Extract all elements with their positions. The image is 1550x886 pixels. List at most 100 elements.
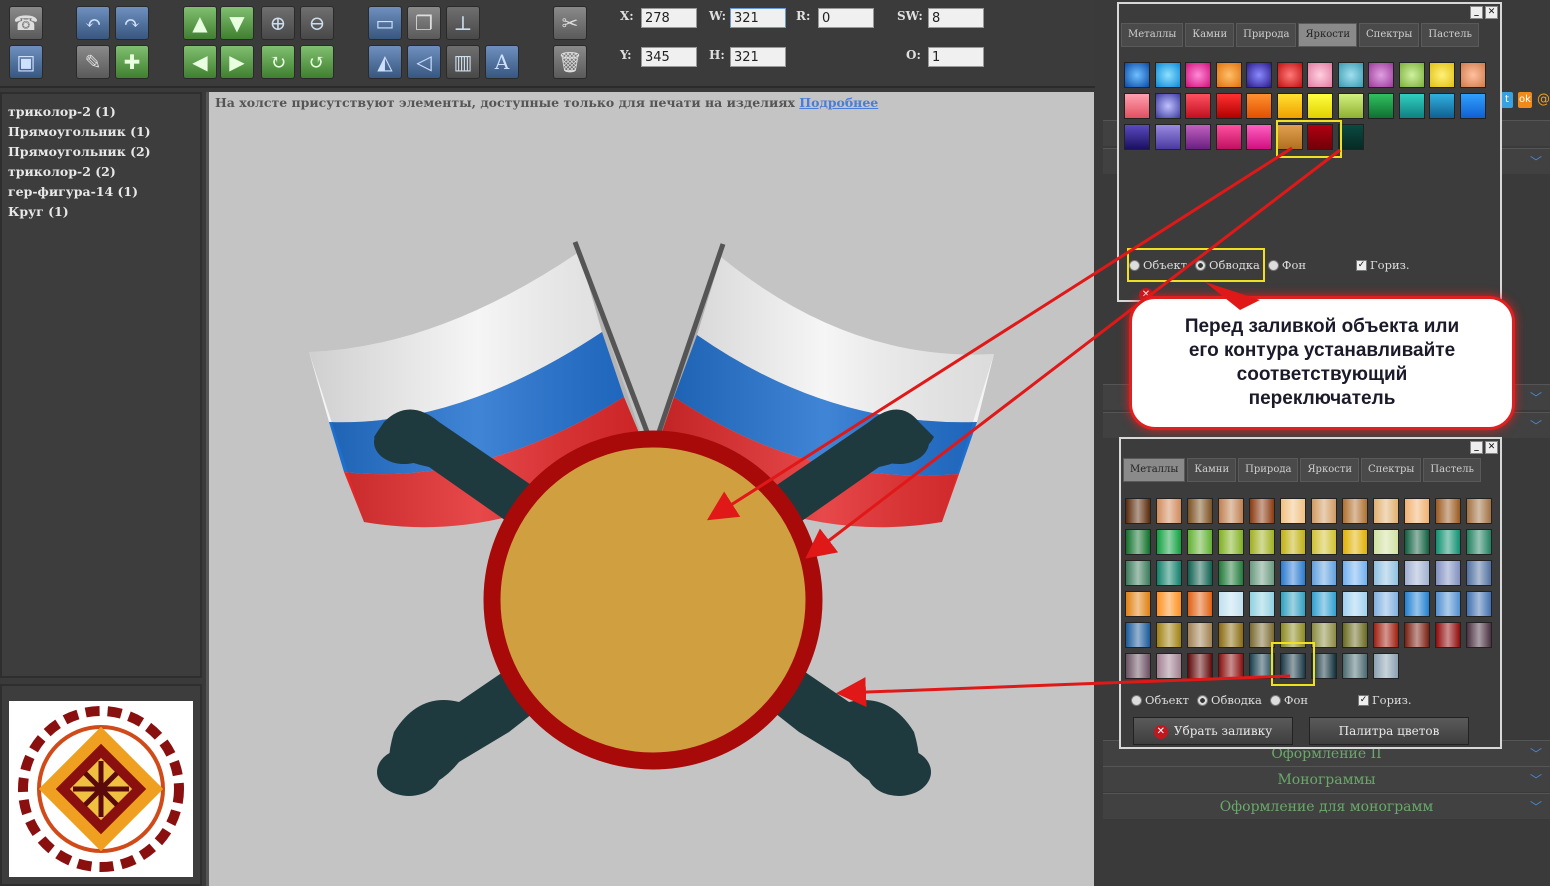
color-swatch[interactable]	[1154, 124, 1181, 150]
color-swatch[interactable]	[1373, 622, 1399, 648]
horizontal-checkbox[interactable]: ✓	[1356, 259, 1368, 271]
radio-stroke[interactable]	[1197, 694, 1209, 706]
color-swatch[interactable]	[1280, 498, 1306, 524]
accordion-monograms[interactable]: Монограммы ﹀	[1103, 766, 1550, 792]
color-swatch[interactable]	[1185, 124, 1211, 150]
color-swatch[interactable]	[1185, 93, 1211, 119]
text-effect-icon[interactable]: A	[485, 45, 519, 79]
color-swatch[interactable]	[1311, 560, 1337, 586]
color-swatch[interactable]	[1187, 622, 1213, 648]
color-swatch[interactable]	[1187, 498, 1213, 524]
rotate-ccw-icon[interactable]: ↺	[300, 45, 334, 79]
bring-front-icon[interactable]: ❐	[407, 6, 441, 40]
save-icon[interactable]: ▣	[9, 45, 43, 79]
w-input[interactable]	[730, 8, 786, 28]
zoom-in-icon[interactable]: ⊕	[261, 6, 295, 40]
arrow-right-icon[interactable]: ▶	[220, 45, 254, 79]
color-swatch[interactable]	[1280, 560, 1306, 586]
color-swatch[interactable]	[1156, 529, 1182, 555]
color-swatch[interactable]	[1342, 560, 1368, 586]
align-icon[interactable]: ⊥	[446, 6, 480, 40]
add-image-icon[interactable]: ✚	[115, 45, 149, 79]
rotate-cw-icon[interactable]: ↻	[261, 45, 295, 79]
color-swatch[interactable]	[1156, 498, 1182, 524]
color-swatch[interactable]	[1404, 560, 1430, 586]
color-swatch[interactable]	[1249, 591, 1275, 617]
color-swatch[interactable]	[1215, 124, 1242, 150]
color-swatch[interactable]	[1156, 653, 1182, 679]
horizontal-checkbox[interactable]: ✓	[1358, 694, 1370, 706]
color-swatch[interactable]	[1429, 93, 1455, 119]
radio-bg[interactable]	[1267, 259, 1279, 271]
color-swatch[interactable]	[1218, 622, 1244, 648]
color-swatch[interactable]	[1459, 93, 1486, 119]
x-input[interactable]	[641, 8, 697, 28]
r-input[interactable]	[818, 8, 874, 28]
color-swatch[interactable]	[1373, 498, 1399, 524]
tools-icon[interactable]: ✂	[553, 6, 587, 40]
color-swatch[interactable]	[1156, 591, 1182, 617]
main-circle[interactable]	[483, 430, 823, 770]
tab-pastel[interactable]: Пастель	[1423, 458, 1481, 482]
color-swatch[interactable]	[1342, 529, 1368, 555]
color-swatch[interactable]	[1124, 124, 1150, 150]
tab-stones[interactable]: Камни	[1185, 23, 1235, 47]
color-swatch[interactable]	[1466, 529, 1492, 555]
color-swatch[interactable]	[1249, 529, 1275, 555]
radio-object[interactable]	[1129, 259, 1140, 271]
tab-metals[interactable]: Металлы	[1121, 23, 1184, 47]
color-swatch[interactable]	[1368, 62, 1394, 88]
tab-nature[interactable]: Природа	[1238, 458, 1299, 482]
tab-brightness[interactable]: Яркости	[1298, 23, 1358, 47]
twitter-icon[interactable]: t	[1501, 92, 1513, 108]
color-swatch[interactable]	[1187, 591, 1213, 617]
color-swatch[interactable]	[1337, 93, 1364, 119]
layer-item[interactable]: Прямоугольник (2)	[2, 142, 200, 162]
color-swatch[interactable]	[1185, 62, 1211, 88]
color-swatch[interactable]	[1215, 62, 1242, 88]
color-swatch[interactable]	[1404, 591, 1430, 617]
color-swatch[interactable]	[1125, 498, 1151, 524]
color-swatch[interactable]	[1154, 93, 1181, 119]
color-swatch[interactable]	[1404, 529, 1430, 555]
color-swatch[interactable]	[1466, 498, 1492, 524]
layer-item[interactable]: гер-фигура-14 (1)	[2, 182, 200, 202]
color-swatch[interactable]	[1249, 560, 1275, 586]
color-swatch[interactable]	[1435, 622, 1461, 648]
remove-fill-button[interactable]: ✕ Убрать заливку	[1133, 717, 1293, 745]
color-swatch[interactable]	[1307, 62, 1333, 88]
radio-stroke[interactable]	[1195, 259, 1207, 271]
color-swatch[interactable]	[1246, 93, 1272, 119]
tab-nature[interactable]: Природа	[1236, 23, 1297, 47]
color-swatch[interactable]	[1280, 591, 1306, 617]
color-swatch[interactable]	[1398, 93, 1425, 119]
color-swatch[interactable]	[1373, 529, 1399, 555]
arrow-down-icon[interactable]: ▼	[220, 6, 254, 40]
arrow-up-icon[interactable]: ▲	[183, 6, 217, 40]
color-swatch[interactable]	[1311, 498, 1337, 524]
tab-pastel[interactable]: Пастель	[1421, 23, 1479, 47]
color-swatch[interactable]	[1187, 653, 1213, 679]
color-swatch[interactable]	[1249, 498, 1275, 524]
color-swatch[interactable]	[1311, 529, 1337, 555]
phone-icon[interactable]: ☎	[9, 6, 43, 40]
color-swatch[interactable]	[1435, 529, 1461, 555]
minimize-icon[interactable]: _	[1470, 6, 1483, 19]
color-swatch[interactable]	[1124, 62, 1150, 88]
arrow-left-icon[interactable]: ◀	[183, 45, 217, 79]
color-swatch[interactable]	[1466, 560, 1492, 586]
color-swatch[interactable]	[1246, 62, 1272, 88]
tab-spectra[interactable]: Спектры	[1359, 23, 1420, 47]
color-swatch[interactable]	[1246, 124, 1272, 150]
palette-icon[interactable]: ✎	[76, 45, 110, 79]
color-swatch[interactable]	[1218, 591, 1244, 617]
color-swatch[interactable]	[1404, 498, 1430, 524]
color-swatch[interactable]	[1466, 622, 1492, 648]
color-swatch[interactable]	[1218, 498, 1244, 524]
send-back-icon[interactable]: ▭	[368, 6, 402, 40]
color-swatch[interactable]	[1337, 62, 1364, 88]
minimize-icon[interactable]: _	[1470, 441, 1483, 454]
color-swatch[interactable]	[1187, 560, 1213, 586]
color-swatch[interactable]	[1154, 62, 1181, 88]
color-swatch[interactable]	[1215, 93, 1242, 119]
